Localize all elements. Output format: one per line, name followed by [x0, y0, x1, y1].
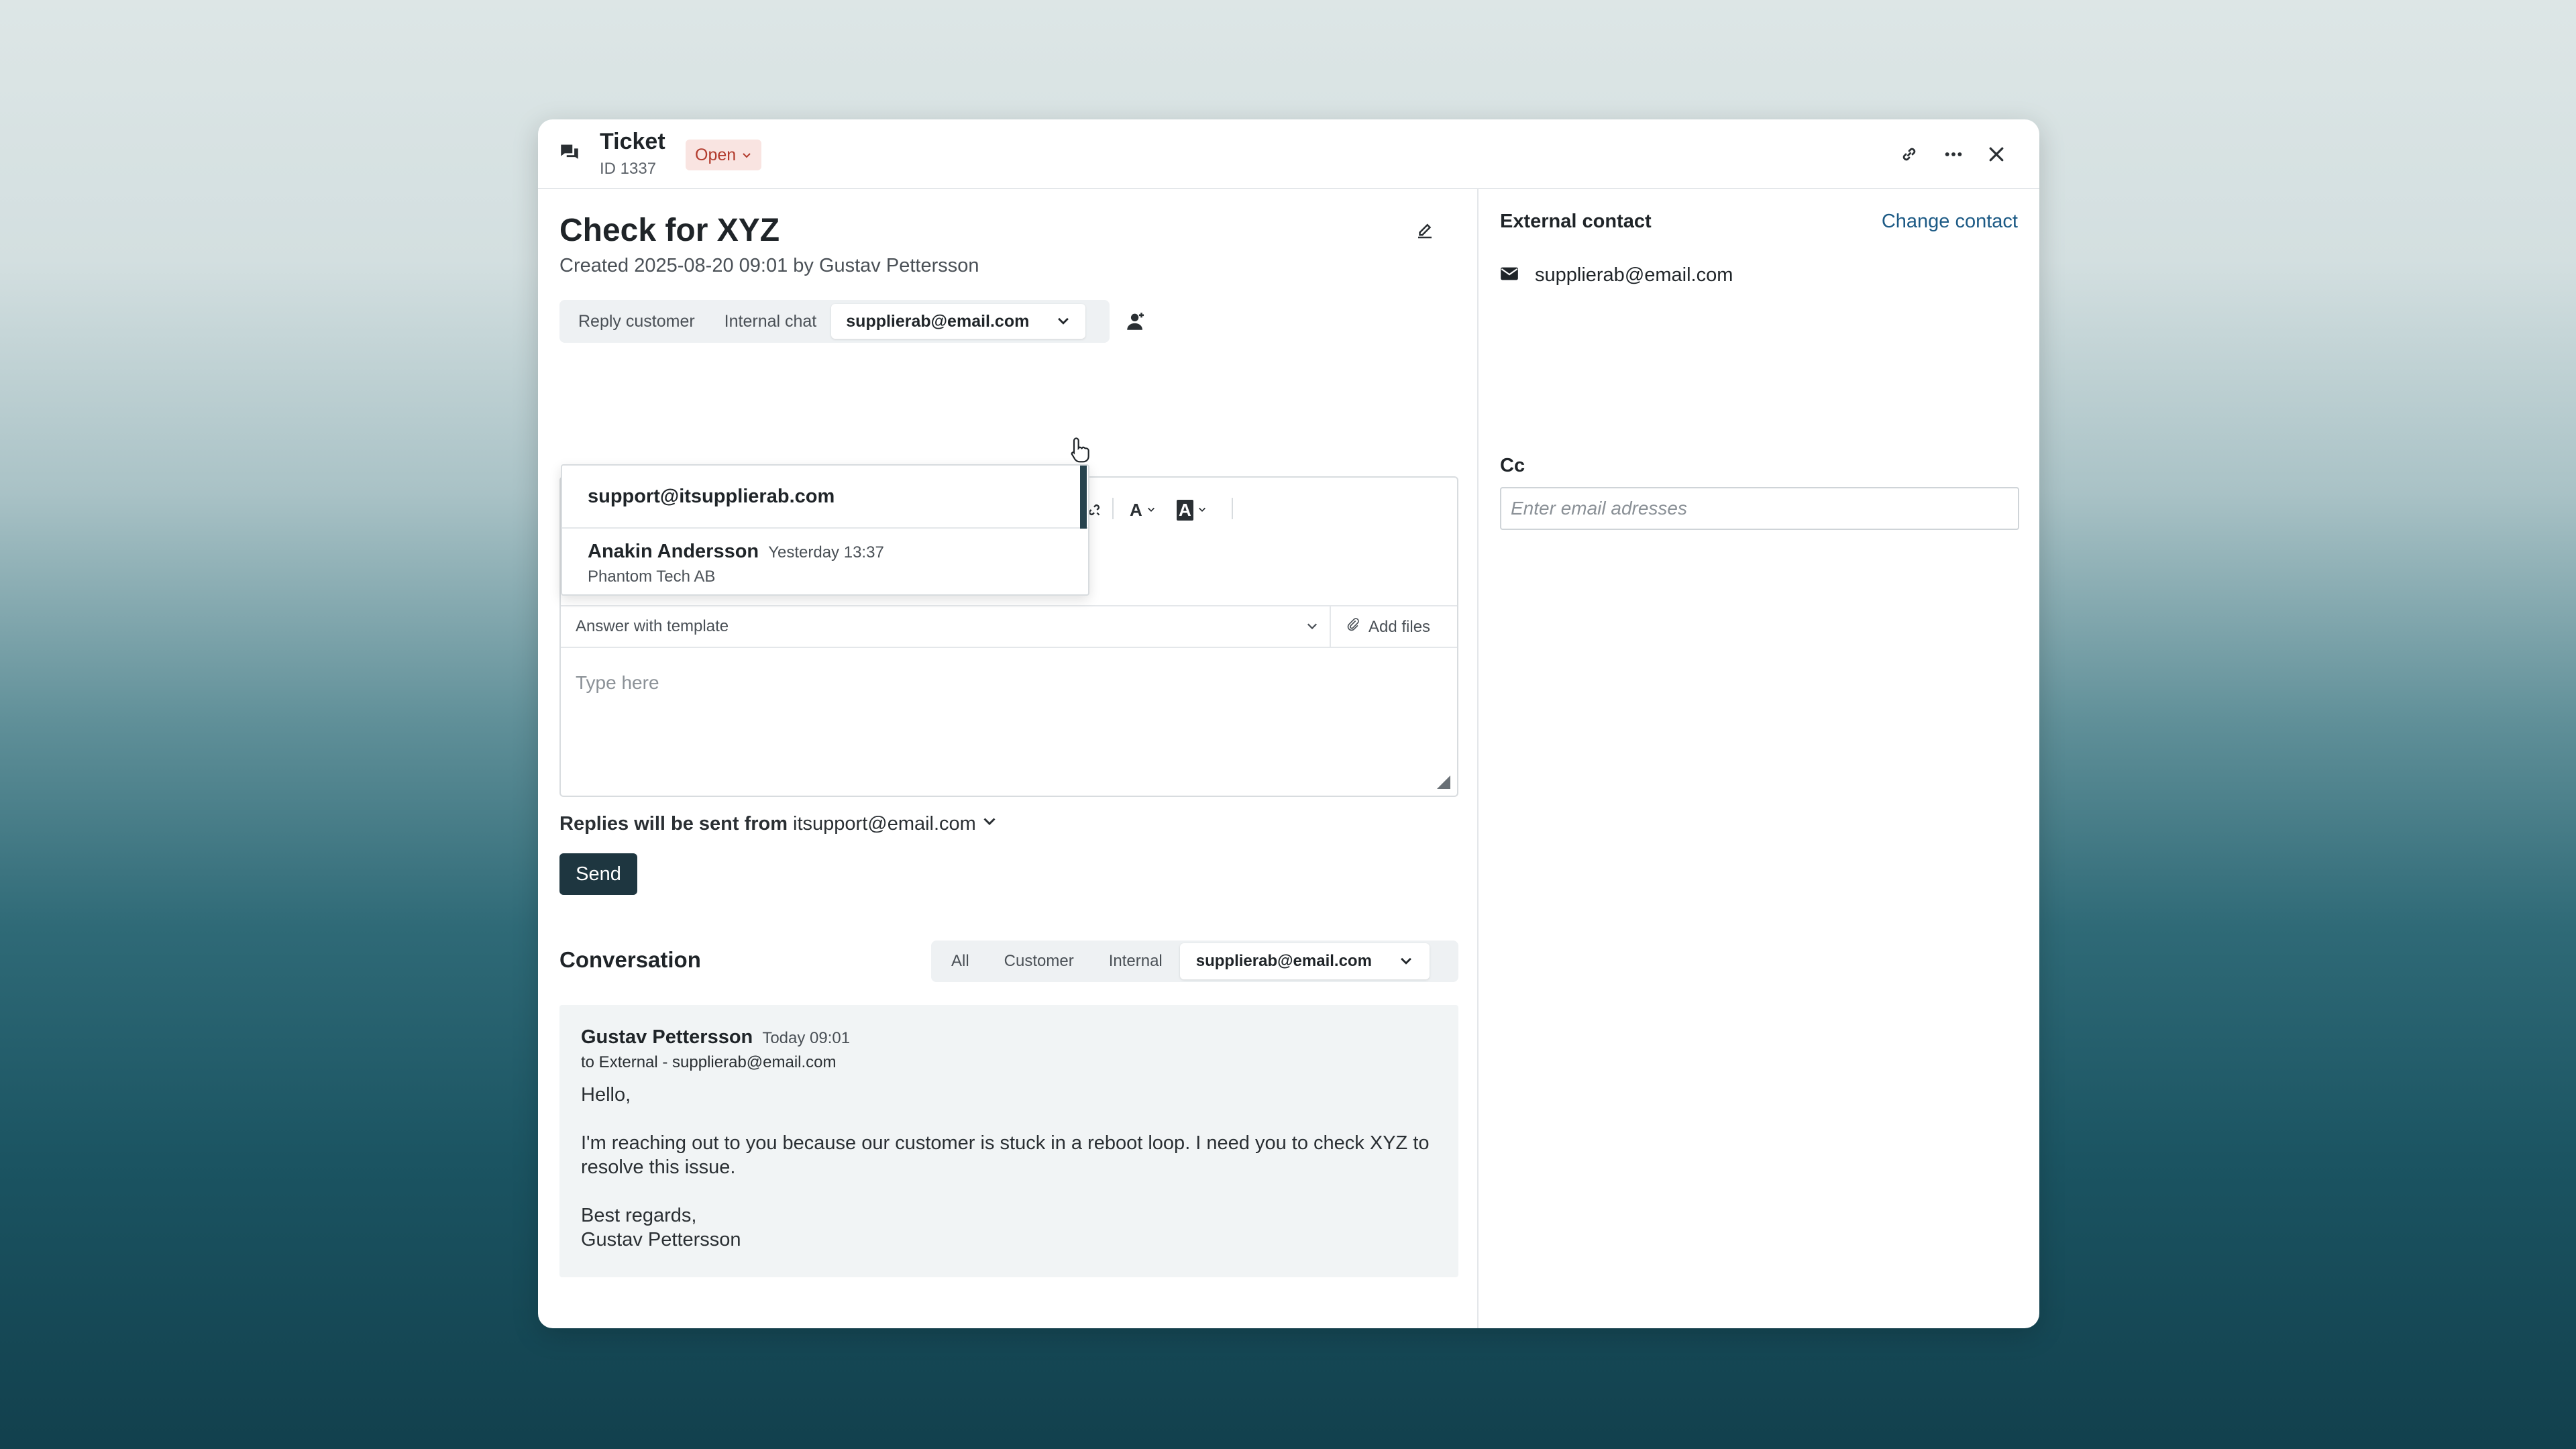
text-color-button[interactable]: A: [1130, 496, 1156, 523]
dropdown-contact-company: Phantom Tech AB: [588, 568, 716, 586]
add-files-button[interactable]: Add files: [1346, 617, 1430, 637]
main-panel: Check for XYZ Created 2025-08-20 09:01 b…: [538, 189, 1477, 1328]
conversation-title: Conversation: [559, 947, 701, 972]
ticket-header: Ticket ID 1337 Open: [538, 119, 2039, 189]
message-signature: Gustav Pettersson: [581, 1229, 741, 1250]
add-files-label: Add files: [1368, 617, 1431, 636]
message-body: Hello, I'm reaching out to you because o…: [581, 1083, 1440, 1252]
reply-tabs: Reply customer Internal chat supplierab@…: [559, 300, 1110, 343]
reply-from-value[interactable]: itsupport@email.com: [793, 813, 976, 835]
chevron-down-icon: [741, 146, 752, 165]
message-greeting: Hello,: [581, 1084, 631, 1106]
dropdown-contact-name: Anakin Andersson: [588, 541, 759, 562]
message-time: Today 09:01: [762, 1029, 851, 1047]
paperclip-icon: [1346, 617, 1360, 637]
cc-input[interactable]: [1500, 487, 2019, 530]
tab-supplier-label: supplierab@email.com: [846, 311, 1030, 331]
chevron-down-icon[interactable]: [981, 813, 998, 835]
message-recipient: to External - supplierab@email.com: [581, 1053, 837, 1071]
cursor-icon: [1069, 436, 1092, 466]
tab-reply-customer[interactable]: Reply customer: [564, 304, 710, 339]
chevron-down-icon[interactable]: [1399, 954, 1413, 969]
ticket-title: Ticket: [600, 129, 665, 154]
filter-internal[interactable]: Internal: [1091, 943, 1180, 979]
conversation-filters: All Customer Internal supplierab@email.c…: [931, 941, 1458, 982]
message-author: Gustav Pettersson: [581, 1026, 753, 1048]
recipient-dropdown: support@itsupplierab.com Anakin Andersso…: [561, 464, 1089, 596]
ticket-id: ID 1337: [600, 160, 657, 178]
assign-user-icon[interactable]: [1119, 305, 1152, 338]
reply-from: Replies will be sent from itsupport@emai…: [559, 813, 998, 835]
created-info: Created 2025-08-20 09:01 by Gustav Pette…: [559, 255, 979, 276]
filter-supplier[interactable]: supplierab@email.com: [1179, 943, 1430, 979]
contact-email: supplierab@email.com: [1500, 264, 1733, 286]
filter-customer[interactable]: Customer: [987, 943, 1091, 979]
mail-icon: [1500, 264, 1519, 286]
tab-supplier-email[interactable]: supplierab@email.com: [831, 304, 1086, 339]
template-select[interactable]: Answer with template: [576, 617, 729, 636]
chevron-down-icon[interactable]: [1305, 620, 1319, 637]
ticket-window: Ticket ID 1337 Open Check for XYZ Create…: [538, 119, 2039, 1328]
contact-sidebar: External contact Change contact supplier…: [1477, 189, 2039, 1328]
contact-email-value: supplierab@email.com: [1535, 264, 1733, 286]
filter-all[interactable]: All: [934, 943, 987, 979]
divider: [1330, 606, 1331, 648]
link-icon[interactable]: [1894, 140, 1924, 169]
ticket-icon: [558, 141, 581, 164]
page-title: Check for XYZ: [559, 213, 780, 248]
message-header: Gustav Pettersson Today 09:01: [581, 1026, 850, 1049]
edit-icon[interactable]: [1410, 216, 1440, 246]
status-label: Open: [695, 145, 737, 164]
cc-label: Cc: [1500, 455, 1525, 476]
conversation-message: Gustav Pettersson Today 09:01 to Externa…: [559, 1005, 1458, 1277]
reply-from-label: Replies will be sent from: [559, 813, 788, 835]
change-contact-link[interactable]: Change contact: [1882, 211, 2018, 233]
tab-internal-chat[interactable]: Internal chat: [710, 304, 832, 339]
message-signoff: Best regards,: [581, 1205, 697, 1226]
chevron-down-icon[interactable]: [1056, 314, 1071, 329]
dropdown-contact: Anakin Andersson Yesterday 13:37: [588, 541, 884, 563]
dropdown-scrollbar[interactable]: [1080, 466, 1087, 529]
status-badge[interactable]: Open: [686, 140, 762, 170]
filter-supplier-label: supplierab@email.com: [1195, 952, 1372, 970]
toolbar-divider: [1112, 498, 1114, 519]
close-icon[interactable]: [1982, 140, 2011, 169]
toolbar-divider: [1232, 498, 1233, 519]
more-icon[interactable]: [1939, 140, 1968, 169]
dropdown-option-address: support@itsupplierab.com: [588, 486, 835, 507]
send-button[interactable]: Send: [559, 853, 637, 895]
dropdown-contact-time: Yesterday 13:37: [768, 543, 884, 561]
external-contact-title: External contact: [1500, 211, 1652, 232]
message-text: I'm reaching out to you because our cust…: [581, 1132, 1430, 1178]
message-textarea[interactable]: Type here: [576, 672, 659, 694]
highlight-label: A: [1177, 499, 1193, 521]
dropdown-option[interactable]: support@itsupplierab.com: [562, 466, 1088, 529]
resize-handle[interactable]: [1437, 775, 1450, 789]
text-color-label: A: [1130, 499, 1142, 520]
template-row: Answer with template Add files: [561, 605, 1457, 648]
highlight-button[interactable]: A: [1177, 496, 1207, 523]
